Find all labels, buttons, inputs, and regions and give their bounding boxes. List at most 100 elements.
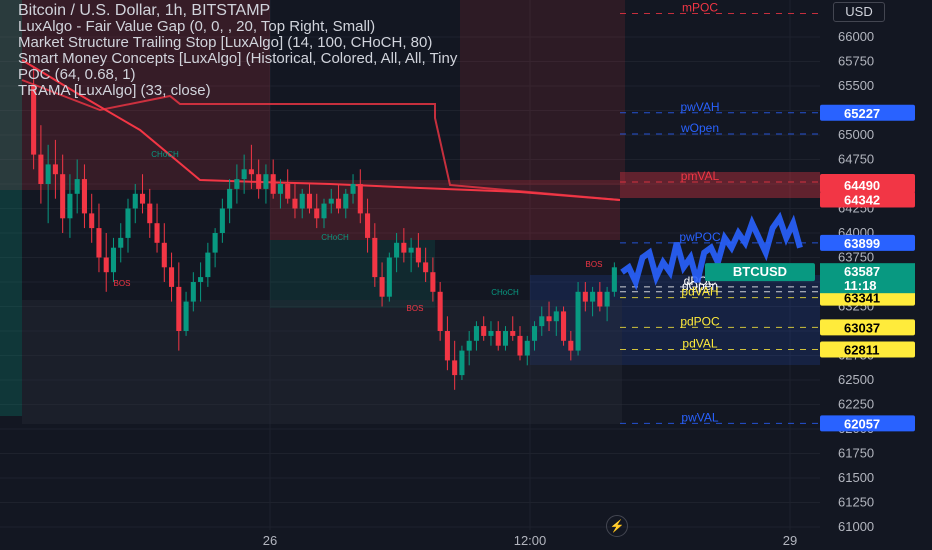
level-label: pdVAH	[681, 285, 718, 299]
structure-label: BOS	[114, 279, 131, 288]
candle-body	[357, 184, 363, 214]
candle-body	[611, 267, 617, 292]
candle-body	[60, 174, 66, 219]
candle-body	[452, 360, 458, 376]
candle-body	[45, 164, 51, 184]
currency-button[interactable]: USD	[833, 2, 885, 22]
candle-body	[430, 272, 436, 292]
price-tick-label: 62250	[838, 397, 874, 412]
candle-body	[394, 242, 400, 258]
candle-body	[365, 213, 371, 238]
level-label: pwVAL	[681, 410, 718, 424]
candle-body	[401, 242, 407, 253]
candle-body	[103, 257, 109, 273]
zone-boxes	[0, 0, 820, 424]
price-badge-label: 62057	[844, 416, 880, 431]
candle-body	[183, 301, 189, 331]
lightning-icon[interactable]: ⚡	[606, 515, 628, 537]
candle-body	[604, 291, 610, 307]
candle-body	[256, 174, 262, 189]
candle-body	[379, 277, 385, 297]
candle-body	[118, 237, 124, 248]
candle-body	[292, 198, 298, 209]
price-tick-label: 61750	[838, 446, 874, 461]
candle-body	[110, 247, 117, 273]
price-tick-label: 65500	[838, 78, 874, 93]
candle-body	[597, 291, 603, 307]
candle-body	[466, 340, 472, 351]
candle-body	[67, 193, 73, 219]
price-tick-label: 62500	[838, 372, 874, 387]
structure-label: BOS	[407, 304, 424, 313]
price-badge-label: 62811	[844, 343, 879, 358]
candle-body	[408, 247, 414, 253]
level-label: pdVAL	[682, 337, 717, 351]
level-label: mPOC	[682, 0, 718, 14]
structure-label: CHoCH	[491, 288, 519, 297]
candle-body	[488, 331, 494, 336]
candle-body	[561, 311, 567, 341]
candle-body	[459, 350, 465, 376]
fvg-band	[620, 172, 820, 198]
candle-body	[234, 179, 240, 189]
candle-body	[415, 247, 421, 263]
price-badge-label: 63037	[844, 320, 880, 335]
candle-body	[227, 188, 233, 209]
candle-body	[473, 326, 479, 341]
time-tick-label: 29	[783, 533, 797, 548]
candle-body	[139, 193, 146, 204]
candle-body	[96, 228, 102, 258]
time-axis[interactable]: 26 12:00 29	[263, 533, 797, 548]
price-chart[interactable]: mPOCpwVAHwOpenpmVALpwPOCdPOCdOpenpdVAHpd…	[0, 0, 932, 550]
symbol-badge-label: BTCUSD	[733, 264, 787, 279]
structure-label: BOS	[586, 260, 603, 269]
candle-body	[510, 331, 516, 336]
candle-body	[524, 340, 530, 356]
candle-body	[502, 331, 509, 346]
time-tick-label: 12:00	[514, 533, 547, 548]
price-tick-label: 61000	[838, 519, 874, 534]
candle-body	[350, 184, 356, 194]
price-badge-label: 64490	[844, 178, 880, 193]
candle-body	[81, 179, 87, 214]
candle-body	[176, 286, 182, 331]
price-tick-label: 61500	[838, 470, 874, 485]
candle-body	[248, 169, 254, 175]
candle-body	[219, 208, 225, 233]
candle-body	[132, 193, 138, 209]
candle-body	[531, 326, 538, 341]
candle-body	[205, 252, 211, 278]
candle-body	[575, 291, 581, 351]
level-label: pmVAL	[681, 169, 720, 183]
price-badge-label: 63899	[844, 236, 880, 251]
price-tick-label: 63750	[838, 250, 874, 265]
candle-body	[582, 291, 588, 302]
level-label: pdPOC	[680, 314, 720, 328]
level-label: pwPOC	[679, 230, 721, 244]
candle-body	[161, 242, 167, 268]
candle-body	[270, 174, 276, 194]
structure-label: CHoCH	[151, 150, 179, 159]
candle-body	[546, 316, 552, 322]
candle-body	[38, 154, 44, 184]
price-tick-label: 65750	[838, 54, 874, 69]
candle-body	[335, 198, 342, 209]
structure-label: CHoCH	[321, 233, 349, 242]
candle-body	[190, 282, 196, 302]
candle-body	[568, 340, 574, 351]
candle-body	[590, 291, 596, 302]
candle-body	[74, 179, 80, 194]
current-price-label: 63587	[844, 264, 880, 279]
candle-body	[263, 174, 269, 189]
candle-body	[328, 198, 334, 204]
left-zone-green	[0, 0, 22, 416]
candle-body	[553, 311, 559, 322]
level-label: pwVAH	[680, 100, 719, 114]
price-badge-label: 65227	[844, 106, 880, 121]
price-tick-label: 66000	[838, 29, 874, 44]
price-badge-label: 64342	[844, 192, 880, 207]
candle-body	[89, 213, 95, 229]
candle-body	[386, 257, 392, 297]
candle-body	[147, 203, 153, 224]
candle-body	[241, 169, 247, 180]
